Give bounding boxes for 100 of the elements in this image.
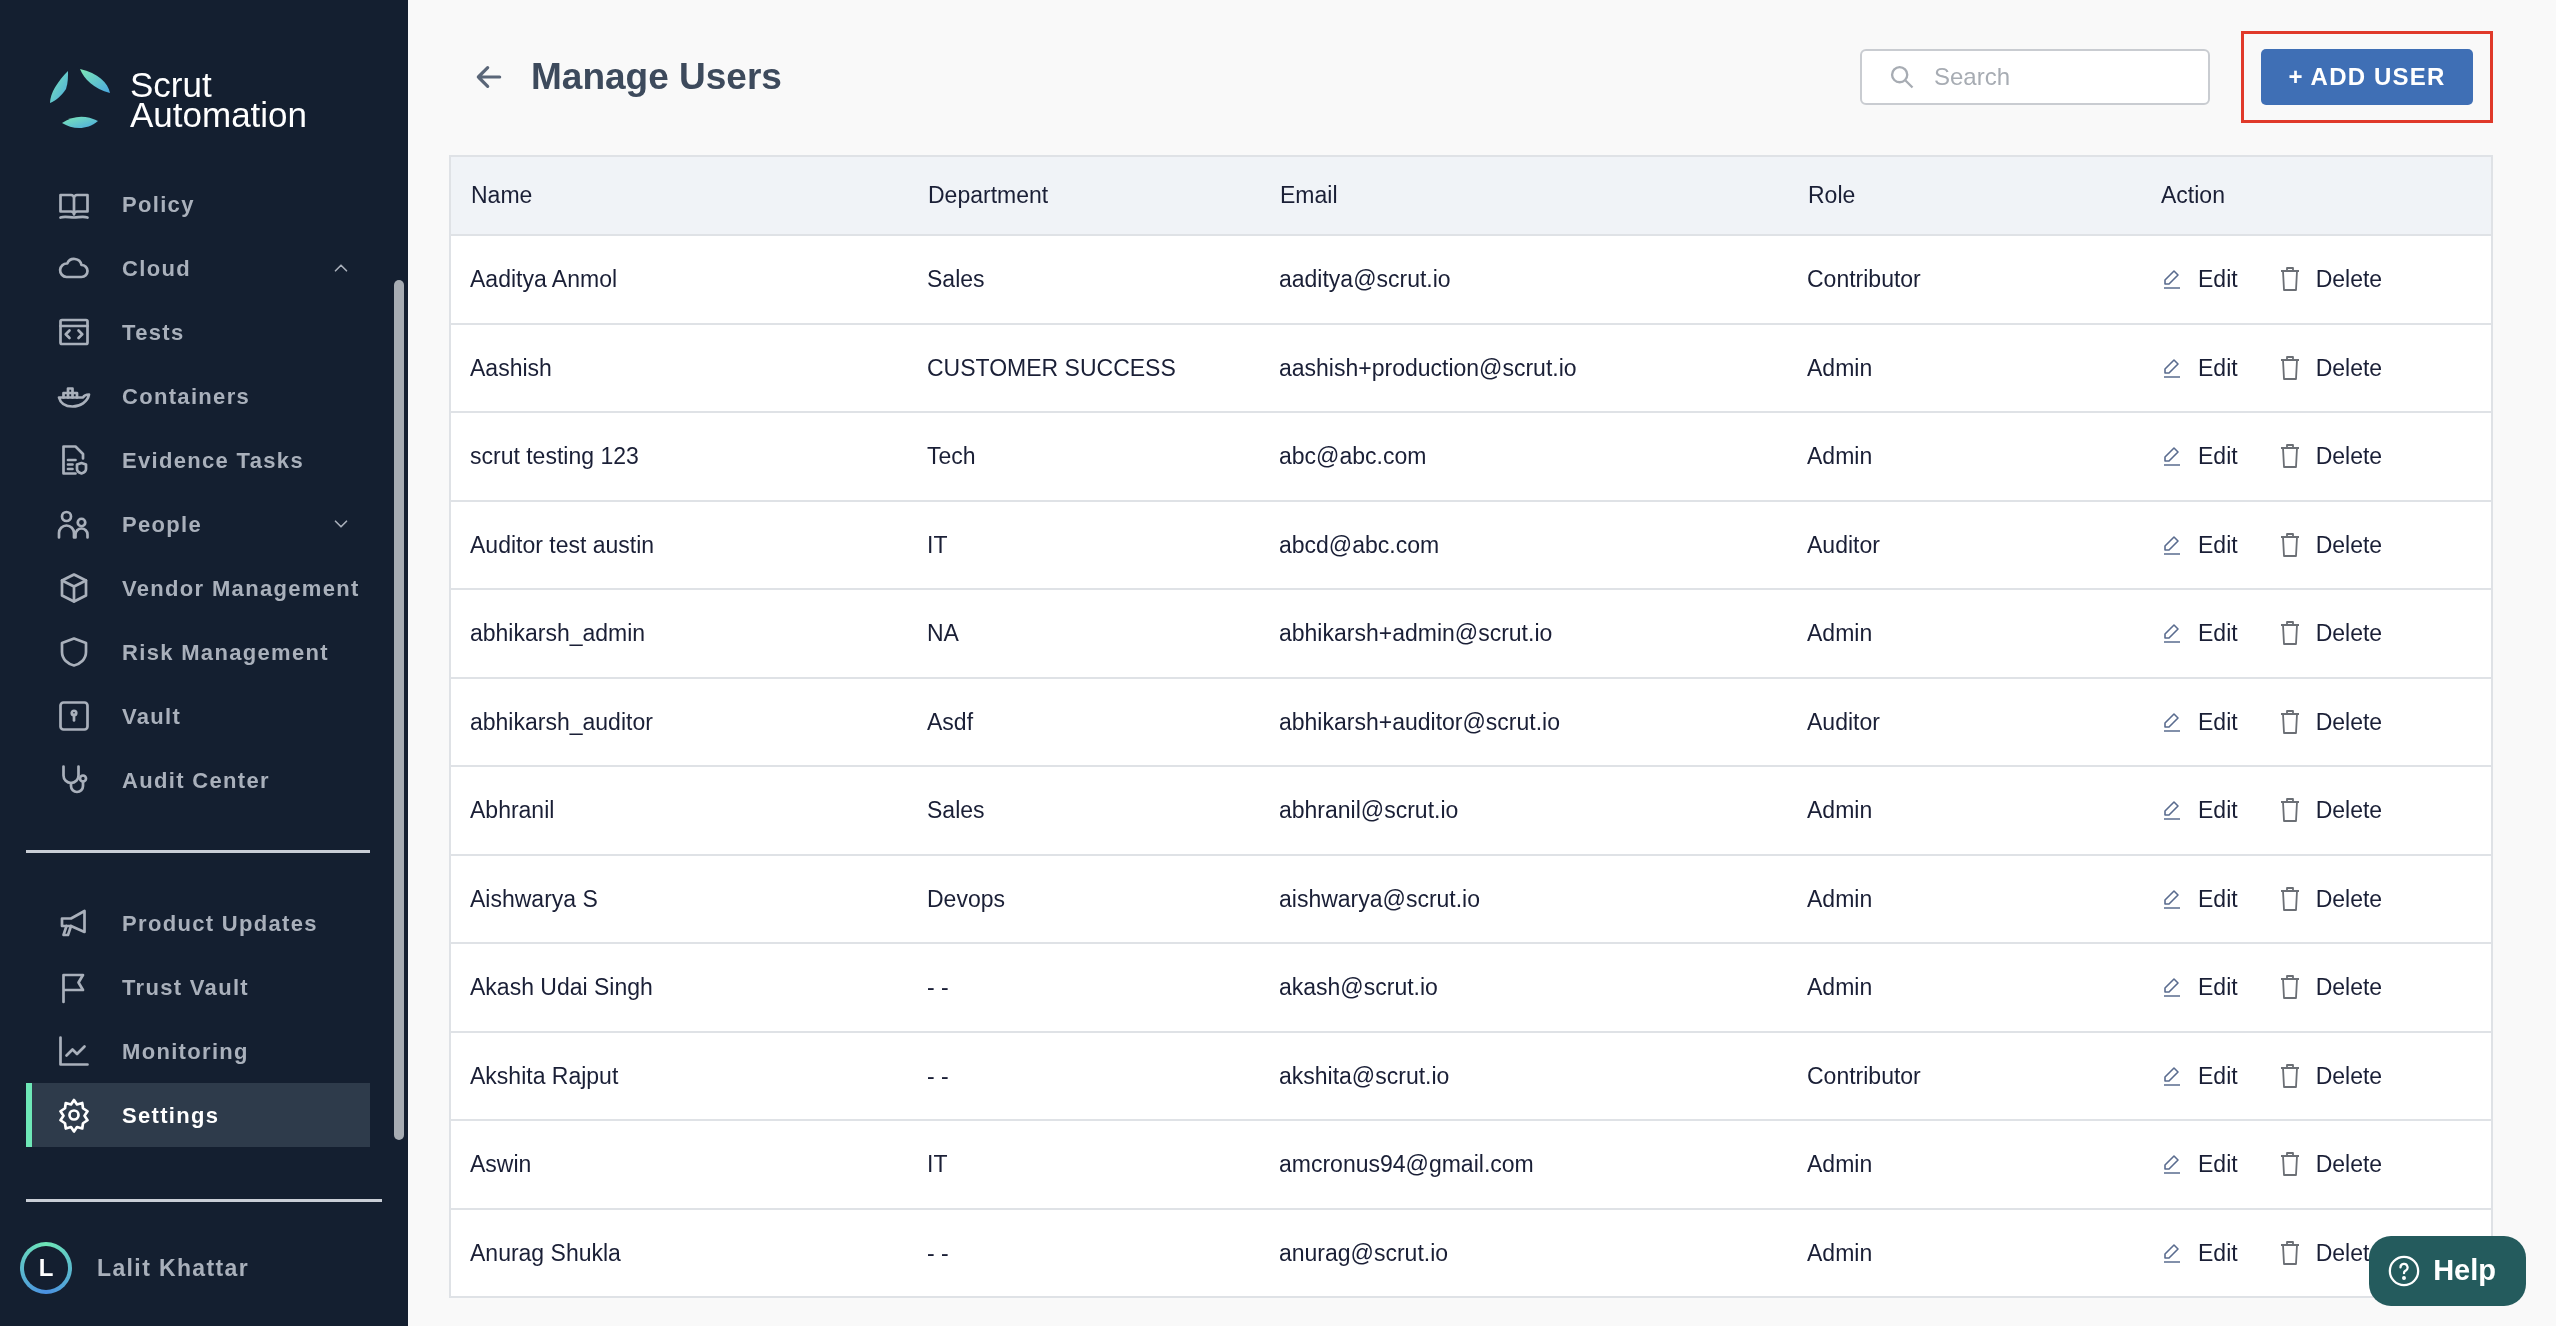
edit-button[interactable]: Edit	[2160, 1235, 2238, 1270]
help-button[interactable]: Help	[2369, 1236, 2526, 1306]
delete-button[interactable]: Delete	[2277, 1147, 2383, 1182]
delete-button[interactable]: Delete	[2277, 616, 2383, 651]
sidebar-item[interactable]: Evidence Tasks	[26, 428, 370, 492]
table-cell-text: Admin	[1806, 884, 1874, 914]
sidebar-item[interactable]: Cloud	[26, 236, 370, 300]
add-user-button[interactable]: + ADD USER	[2261, 49, 2473, 105]
table-cell-text: Aishwarya S	[469, 884, 599, 914]
table-cell-text: Aashish	[469, 353, 553, 383]
safe-icon	[56, 698, 92, 734]
table-cell-text: Akshita Rajput	[469, 1061, 620, 1091]
table-cell-text: - -	[926, 973, 950, 1002]
sidebar-item[interactable]: Trust Vault	[26, 955, 370, 1019]
table-cell-text: abhranil@scrut.io	[1278, 796, 1460, 825]
search-icon	[1888, 63, 1916, 91]
table-cell-text: aaditya@scrut.io	[1278, 265, 1452, 294]
table-cell-text: Asdf	[926, 707, 975, 737]
brand-name: Scrut Automation	[130, 69, 308, 130]
table-cell-text: Auditor	[1806, 530, 1881, 560]
table-cell-text: - -	[926, 1061, 950, 1091]
edit-button[interactable]: Edit	[2160, 439, 2238, 474]
table-cell-text: abhikarsh+auditor@scrut.io	[1278, 707, 1561, 737]
line-chart-icon	[56, 1033, 92, 1069]
column-header: Name	[470, 181, 534, 211]
table-cell-text: Admin	[1806, 1150, 1874, 1179]
table-cell-text: Akash Udai Singh	[469, 973, 654, 1002]
edit-button[interactable]: Edit	[2160, 881, 2238, 916]
delete-button[interactable]: Delete	[2277, 704, 2383, 739]
table-cell-text: CUSTOMER SUCCESS	[926, 353, 1177, 383]
delete-button[interactable]: Delete	[2277, 970, 2383, 1005]
table-cell-text: Devops	[926, 884, 1006, 914]
edit-button[interactable]: Edit	[2160, 970, 2238, 1005]
delete-button[interactable]: Delete	[2277, 262, 2383, 297]
search-field[interactable]: Search	[1860, 49, 2210, 105]
edit-button[interactable]: Edit	[2160, 1147, 2238, 1182]
table-cell-text: abhikarsh+admin@scrut.io	[1278, 619, 1554, 648]
sidebar-item[interactable]: Vault	[26, 684, 370, 748]
column-header: Department	[927, 181, 1050, 211]
table-cell-text: abhikarsh_admin	[469, 619, 647, 648]
edit-button[interactable]: Edit	[2160, 704, 2238, 739]
table-cell-text: Aaditya Anmol	[469, 265, 619, 294]
edit-button[interactable]: Edit	[2160, 1058, 2238, 1093]
table-cell-text: Auditor test austin	[469, 530, 656, 560]
table-cell-text: anurag@scrut.io	[1278, 1238, 1450, 1268]
sidebar-item[interactable]: Policy	[26, 172, 370, 236]
table-cell-text: IT	[926, 1150, 949, 1179]
sidebar-item[interactable]: Audit Center	[26, 748, 370, 812]
table-cell-text: IT	[926, 530, 949, 560]
delete-button[interactable]: Delete	[2277, 1058, 2383, 1093]
sidebar-item[interactable]: People	[26, 492, 370, 556]
table-cell-text: Admin	[1806, 796, 1874, 825]
sidebar-item[interactable]: Settings	[26, 1083, 370, 1147]
table-cell-text: scrut testing 123	[469, 442, 640, 471]
settings-icon	[56, 1097, 92, 1133]
table-cell-text: Admin	[1806, 619, 1874, 648]
sidebar-item[interactable]: Vendor Management	[26, 556, 370, 620]
table-cell-text: Admin	[1806, 442, 1874, 471]
sidebar-item[interactable]: Risk Management	[26, 620, 370, 684]
delete-button[interactable]: Delet	[2277, 1235, 2370, 1270]
delete-button[interactable]: Delete	[2277, 527, 2383, 562]
edit-button[interactable]: Edit	[2160, 350, 2238, 385]
table-cell-text: Anurag Shukla	[469, 1238, 622, 1268]
edit-button[interactable]: Edit	[2160, 793, 2238, 828]
table-cell-text: Admin	[1806, 353, 1874, 383]
delete-button[interactable]: Delete	[2277, 350, 2383, 385]
scrollbar[interactable]	[394, 280, 404, 1140]
delete-button[interactable]: Delete	[2277, 793, 2383, 828]
avatar[interactable]: L	[20, 1242, 72, 1294]
page-title: Manage Users	[531, 54, 782, 99]
delete-button[interactable]: Delete	[2277, 881, 2383, 916]
table-cell-text: Abhranil	[469, 796, 556, 825]
sidebar-item[interactable]: Containers	[26, 364, 370, 428]
table-cell-text: Admin	[1806, 1238, 1874, 1268]
table-cell-text: akash@scrut.io	[1278, 973, 1439, 1002]
sidebar-item[interactable]: Tests	[26, 300, 370, 364]
table-cell-text: aashish+production@scrut.io	[1278, 353, 1578, 383]
table-cell-text: Contributor	[1806, 265, 1922, 294]
table-cell-text: Admin	[1806, 973, 1874, 1002]
edit-button[interactable]: Edit	[2160, 527, 2238, 562]
table-cell-text: - -	[926, 1238, 950, 1268]
table-cell-text: NA	[926, 619, 960, 648]
table-cell-text: abc@abc.com	[1278, 442, 1428, 471]
question-icon	[2387, 1254, 2422, 1288]
table-cell-text: aishwarya@scrut.io	[1278, 884, 1482, 914]
table-cell-text: amcronus94@gmail.com	[1278, 1150, 1535, 1179]
table-cell-text: abhikarsh_auditor	[469, 707, 654, 737]
delete-button[interactable]: Delete	[2277, 439, 2383, 474]
table-cell-text: abcd@abc.com	[1278, 530, 1441, 560]
sidebar-item[interactable]: Monitoring	[26, 1019, 370, 1083]
table-cell-text: Contributor	[1806, 1061, 1922, 1091]
table-cell-text: Sales	[926, 796, 986, 825]
column-header: Action	[2160, 181, 2226, 211]
table-cell-text: Sales	[926, 265, 986, 294]
table-cell-text: Aswin	[469, 1150, 533, 1179]
table-cell-text: Tech	[926, 442, 977, 471]
edit-button[interactable]: Edit	[2160, 262, 2238, 297]
table-cell-text: Auditor	[1806, 707, 1881, 737]
sidebar-item[interactable]: Product Updates	[26, 891, 370, 955]
edit-button[interactable]: Edit	[2160, 616, 2238, 651]
